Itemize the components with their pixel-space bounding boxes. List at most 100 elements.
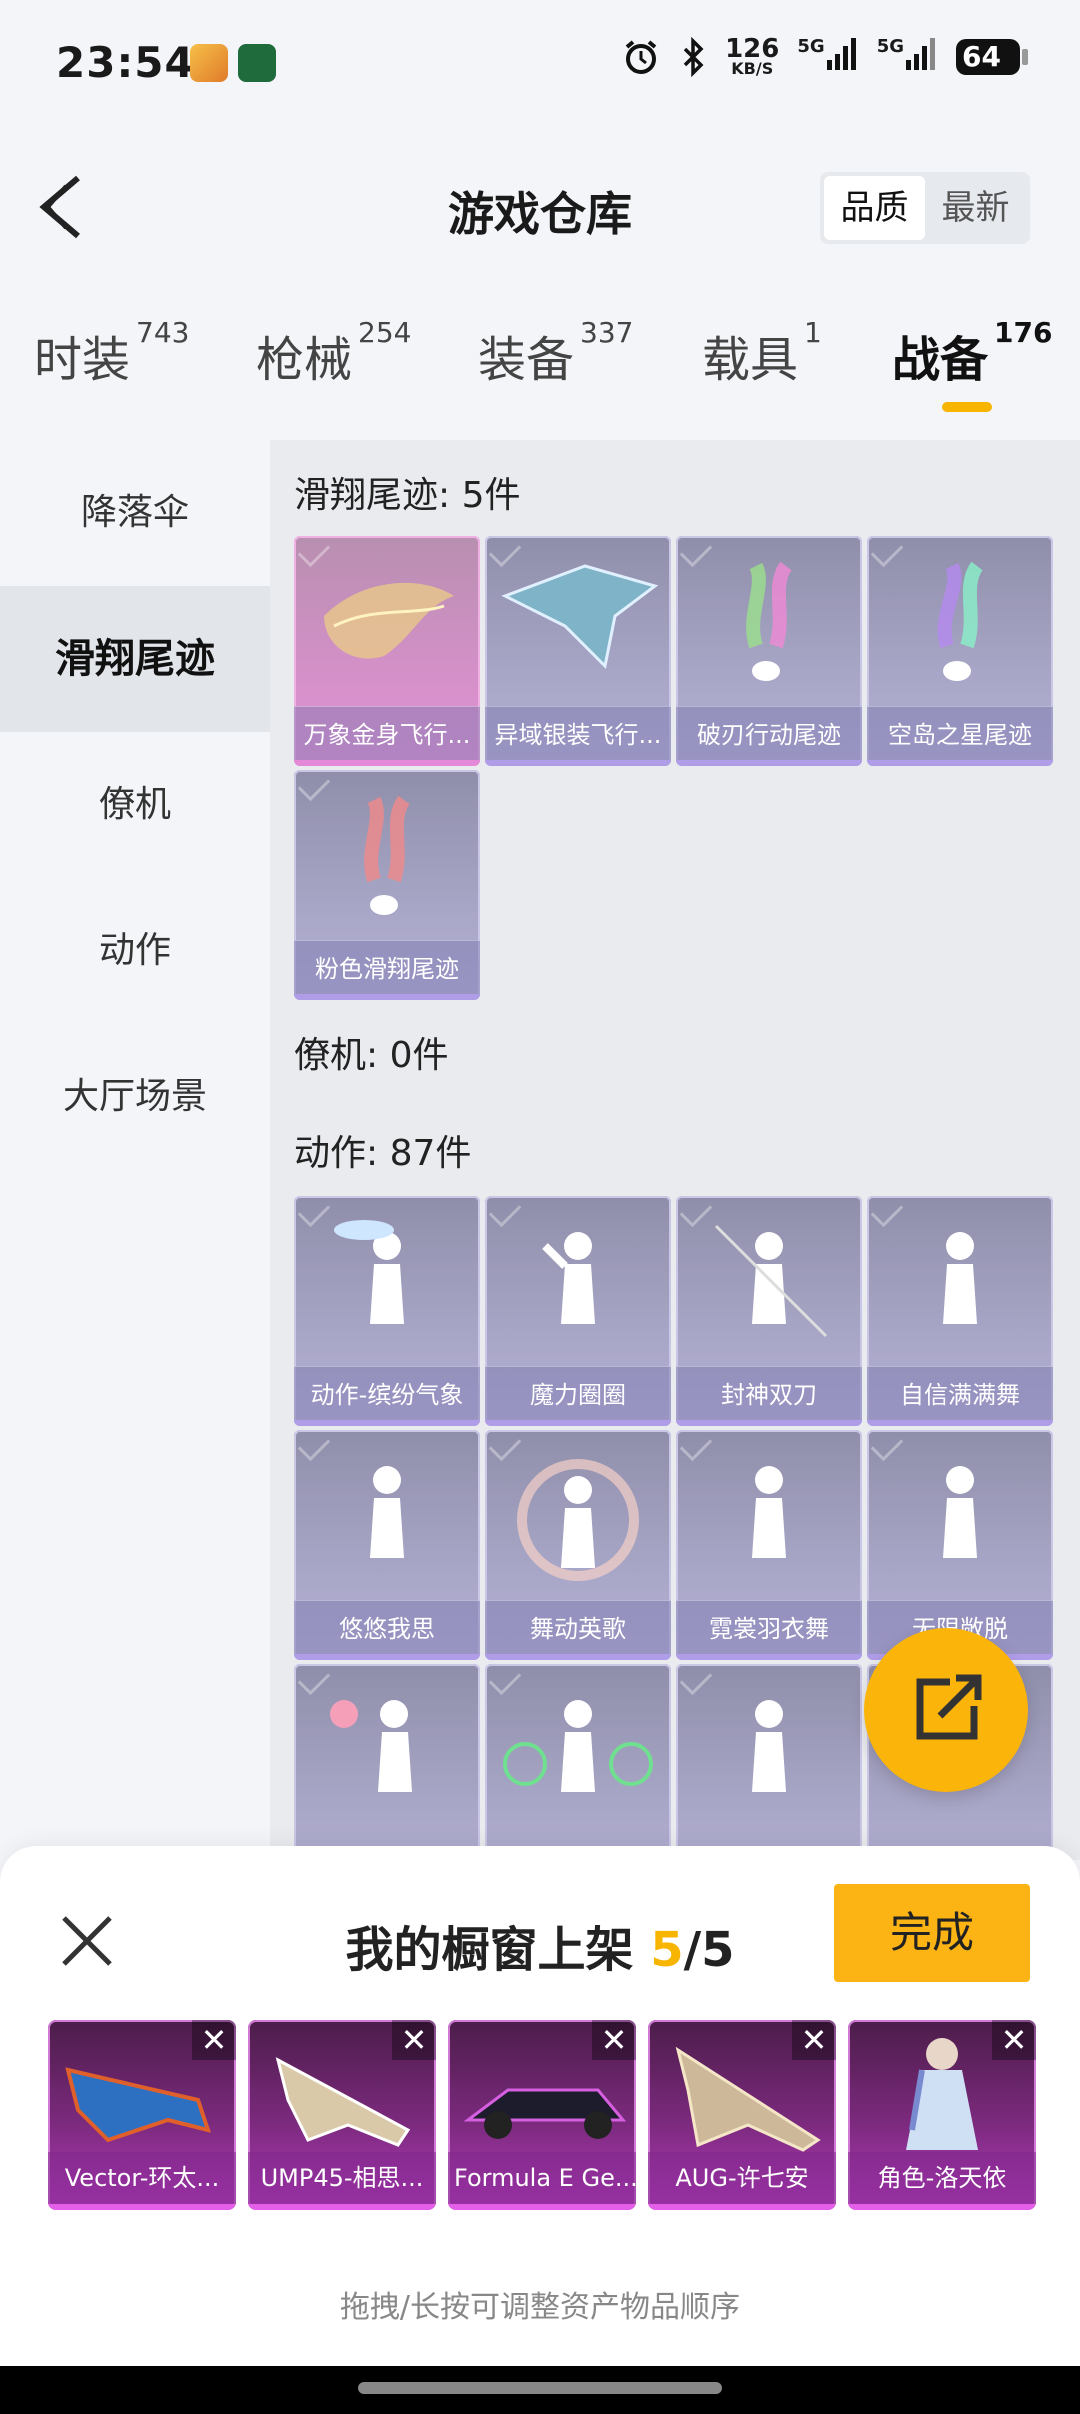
sim2-label: 5G — [876, 36, 904, 57]
header: 游戏仓库 品质 最新 — [0, 150, 1080, 270]
sort-newest-button[interactable]: 最新 — [925, 176, 1026, 240]
status-time: 23:54 — [56, 38, 195, 87]
system-nav-bar — [0, 2366, 1080, 2414]
sidenav-item-glide-trail[interactable]: 滑翔尾迹 — [0, 586, 270, 732]
showcase-title-text: 我的橱窗上架 — [345, 1922, 634, 1978]
item-name: 异域银装飞行... — [485, 706, 671, 762]
status-icons: 126 KB/S 5G 5G 64 — [621, 33, 1028, 77]
item-name: 舞动英歌 — [485, 1600, 671, 1656]
rarity-bar — [648, 2204, 836, 2210]
item-card[interactable]: 魔力圈圈 — [485, 1196, 671, 1426]
item-card[interactable]: 霓裳羽衣舞 — [676, 1430, 862, 1660]
glide-grid: 万象金身飞行... 异域银装飞行... 破刃行动尾迹 空岛之星尾迹 粉色滑翔尾迹 — [294, 536, 1053, 1000]
item-name: 空岛之星尾迹 — [867, 706, 1053, 762]
rarity-bar — [848, 2204, 1036, 2210]
item-card[interactable]: 粉色滑翔尾迹 — [294, 770, 480, 1000]
battery-icon: 64 — [956, 38, 1028, 75]
app-notification-icon — [190, 44, 228, 82]
showcase-item[interactable]: ✕ AUG-许七安 — [648, 2020, 836, 2210]
remove-item-button[interactable]: ✕ — [192, 2020, 236, 2060]
sidenav-item-lobby-scene[interactable]: 大厅场景 — [0, 1024, 270, 1170]
tab-fashion[interactable]: 时装 743 — [34, 316, 189, 390]
item-name: Formula E Ge... — [448, 2152, 636, 2204]
share-button[interactable] — [864, 1628, 1028, 1792]
remove-item-button[interactable]: ✕ — [992, 2020, 1036, 2060]
category-tabs: 时装 743 枪械 254 装备 337 载具 1 战备 176 — [0, 316, 1080, 410]
signal-icon — [906, 38, 935, 70]
item-name: 霓裳羽衣舞 — [676, 1600, 862, 1656]
item-name: AUG-许七安 — [648, 2152, 836, 2204]
comet-trail-icon — [324, 582, 454, 659]
remove-item-button[interactable]: ✕ — [792, 2020, 836, 2060]
rarity-bar — [294, 994, 480, 1000]
tab-battle-prep[interactable]: 战备 176 — [892, 316, 1052, 390]
sort-switch[interactable]: 品质 最新 — [820, 172, 1030, 244]
showcase-item[interactable]: ✕ Vector-环太... — [48, 2020, 236, 2210]
item-card[interactable]: 破刃行动尾迹 — [676, 536, 862, 766]
dancer-figure-icon — [714, 1224, 828, 1338]
sidenav-item-parachute[interactable]: 降落伞 — [0, 440, 270, 586]
item-card[interactable]: 空岛之星尾迹 — [867, 536, 1053, 766]
item-card[interactable] — [294, 1664, 480, 1860]
item-card[interactable]: 无限敞脱 — [867, 1430, 1053, 1660]
item-card[interactable] — [485, 1664, 671, 1860]
tab-guns[interactable]: 枪械 254 — [256, 316, 411, 390]
showcase-count: 5 — [650, 1922, 684, 1978]
tab-count: 254 — [358, 316, 412, 349]
side-nav: 降落伞 滑翔尾迹 僚机 动作 大厅场景 — [0, 440, 270, 1170]
item-card[interactable]: 悠悠我思 — [294, 1430, 480, 1660]
showcase-sheet: 我的橱窗上架 5/5 完成 ✕ Vector-环太... ✕ UMP45-相思.… — [0, 1846, 1080, 2366]
item-name: 动作-缤纷气象 — [294, 1366, 480, 1422]
bluetooth-icon — [683, 36, 704, 77]
rarity-bar — [676, 760, 862, 766]
dancer-figure-icon — [334, 1220, 404, 1324]
dancer-figure-icon — [943, 1466, 977, 1558]
showcase-item[interactable]: ✕ UMP45-相思... — [248, 2020, 436, 2210]
app-notification-icon — [238, 44, 276, 82]
item-name: 角色-洛天依 — [848, 2152, 1036, 2204]
item-name: Vector-环太... — [48, 2152, 236, 2204]
signal-sim2: 5G — [877, 36, 938, 77]
tab-count: 743 — [136, 316, 190, 349]
dancer-figure-icon — [370, 1466, 404, 1558]
section-title-wingman: 僚机: 0件 — [294, 1035, 449, 1076]
item-card[interactable] — [676, 1664, 862, 1860]
tab-vehicles[interactable]: 载具 1 — [702, 316, 822, 390]
reorder-hint: 拖拽/长按可调整资产物品顺序 — [339, 2290, 741, 2325]
item-card[interactable]: 封神双刀 — [676, 1196, 862, 1426]
dancer-figure-icon — [752, 1700, 786, 1792]
showcase-item[interactable]: ✕ 角色-洛天依 — [848, 2020, 1036, 2210]
home-gesture-handle[interactable] — [358, 2382, 722, 2394]
item-card[interactable]: 自信满满舞 — [867, 1196, 1053, 1426]
net-speed-value: 126 — [725, 33, 780, 64]
sidenav-item-emote[interactable]: 动作 — [0, 878, 270, 1024]
item-name: 粉色滑翔尾迹 — [294, 940, 480, 996]
dancer-figure-icon — [517, 1459, 639, 1581]
share-icon — [916, 1674, 982, 1740]
tab-label: 载具 — [702, 332, 799, 388]
dancer-figure-icon — [752, 1466, 786, 1558]
tab-count: 1 — [804, 316, 822, 349]
sidenav-item-wingman[interactable]: 僚机 — [0, 732, 270, 878]
rarity-bar — [248, 2204, 436, 2210]
item-card[interactable]: 万象金身飞行... — [294, 536, 480, 766]
rarity-bar — [294, 1654, 480, 1660]
item-name: 自信满满舞 — [867, 1366, 1053, 1422]
item-card[interactable]: 舞动英歌 — [485, 1430, 671, 1660]
item-card[interactable]: 动作-缤纷气象 — [294, 1196, 480, 1426]
sort-quality-button[interactable]: 品质 — [824, 176, 925, 240]
rarity-bar — [485, 1420, 671, 1426]
signal-sim1: 5G — [797, 36, 858, 77]
item-card[interactable]: 异域银装飞行... — [485, 536, 671, 766]
done-button[interactable]: 完成 — [834, 1884, 1030, 1982]
tab-equipment[interactable]: 装备 337 — [478, 316, 633, 390]
item-name: 破刃行动尾迹 — [676, 706, 862, 762]
money-bag-figure-icon — [503, 1700, 653, 1792]
remove-item-button[interactable]: ✕ — [592, 2020, 636, 2060]
tab-count: 176 — [994, 316, 1053, 349]
rarity-bar — [485, 1654, 671, 1660]
item-name: UMP45-相思... — [248, 2152, 436, 2204]
showcase-item[interactable]: ✕ Formula E Ge... — [448, 2020, 636, 2210]
remove-item-button[interactable]: ✕ — [392, 2020, 436, 2060]
section-title-emote: 动作: 87件 — [294, 1133, 472, 1174]
